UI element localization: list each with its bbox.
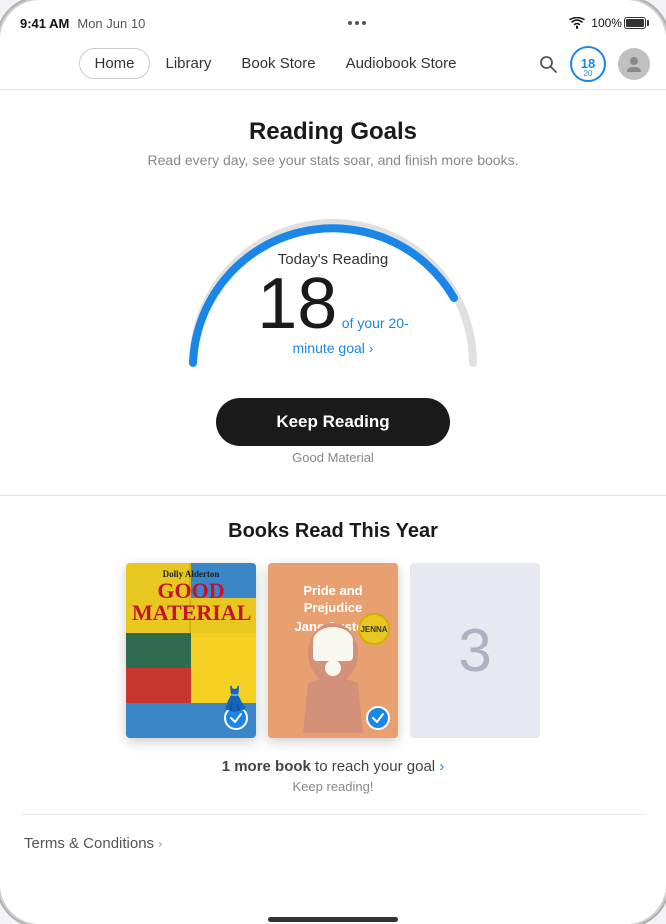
reading-gauge: Today's Reading 18 of your 20-minute goa… <box>163 188 503 378</box>
status-bar: 9:41 AM Mon Jun 10 100% <box>0 0 666 38</box>
book-dolly[interactable]: Dolly Alderton GOODMATERIAL 👗 <box>126 563 256 738</box>
battery-icon <box>624 17 646 29</box>
book2-stamp: JENNA <box>358 613 390 645</box>
keep-reading-encouragement: Keep reading! <box>20 779 646 794</box>
reading-goals-subtitle: Read every day, see your stats soar, and… <box>20 152 646 168</box>
books-title: Books Read This Year <box>20 520 646 543</box>
battery-fill <box>626 19 644 27</box>
books-section: Books Read This Year <box>0 496 666 814</box>
goal-row-chevron: › <box>439 758 444 775</box>
status-right: 100% <box>569 16 646 30</box>
person-icon <box>624 54 644 74</box>
goal-chevron: › <box>369 340 374 356</box>
goal-prefix: 1 more book <box>222 758 311 775</box>
dot3 <box>362 21 366 25</box>
nav-bar: Home Library Book Store Audiobook Store … <box>0 38 666 90</box>
battery-percent: 100% <box>591 16 622 30</box>
book1-graphic: 👗 <box>220 685 250 714</box>
terms-chevron: › <box>158 836 162 851</box>
dot1 <box>348 21 352 25</box>
nav-audiobook[interactable]: Audiobook Store <box>332 49 471 78</box>
reading-progress-badge[interactable]: 18 20 <box>570 46 606 82</box>
books-grid: Dolly Alderton GOODMATERIAL 👗 <box>20 563 646 738</box>
reading-goals-title: Reading Goals <box>20 118 646 146</box>
book-pride[interactable]: Pride andPrejudice Jane Austen JENNA <box>268 563 398 738</box>
book2-title: Pride andPrejudice <box>286 583 380 617</box>
book-placeholder: 3 <box>410 563 540 738</box>
time: 9:41 AM <box>20 16 69 31</box>
book-count: 3 <box>458 616 491 685</box>
wifi-icon <box>569 17 585 29</box>
books-goal-row[interactable]: 1 more book to reach your goal › <box>20 758 646 775</box>
date: Mon Jun 10 <box>77 16 145 31</box>
bottom-area <box>0 872 666 924</box>
nav-actions: 18 20 <box>538 46 650 82</box>
badge-sub: 20 <box>584 69 593 78</box>
home-indicator <box>268 917 398 922</box>
goal-suffix: to reach your goal <box>315 758 435 775</box>
battery: 100% <box>591 16 646 30</box>
device-frame: 9:41 AM Mon Jun 10 100% <box>0 0 666 924</box>
status-center <box>348 21 366 25</box>
terms-link[interactable]: Terms & Conditions › <box>24 835 642 852</box>
keep-reading-subtitle: Good Material <box>20 450 646 465</box>
terms-section: Terms & Conditions › <box>0 815 666 872</box>
nav-library[interactable]: Library <box>152 49 226 78</box>
status-left: 9:41 AM Mon Jun 10 <box>20 16 145 31</box>
book1-title: GOODMATERIAL <box>132 580 250 624</box>
main-content: Reading Goals Read every day, see your s… <box>0 90 666 924</box>
dot2 <box>355 21 359 25</box>
search-icon[interactable] <box>538 54 558 74</box>
minutes-number: 18 <box>257 264 337 344</box>
reading-goals-section: Reading Goals Read every day, see your s… <box>0 90 666 495</box>
gauge-text: Today's Reading 18 of your 20-minute goa… <box>248 251 418 358</box>
keep-reading-button[interactable]: Keep Reading <box>216 398 449 446</box>
nav-bookstore[interactable]: Book Store <box>227 49 329 78</box>
terms-label: Terms & Conditions <box>24 835 154 852</box>
account-icon[interactable] <box>618 48 650 80</box>
nav-home[interactable]: Home <box>79 48 149 79</box>
nav-items: Home Library Book Store Audiobook Store <box>16 48 534 79</box>
